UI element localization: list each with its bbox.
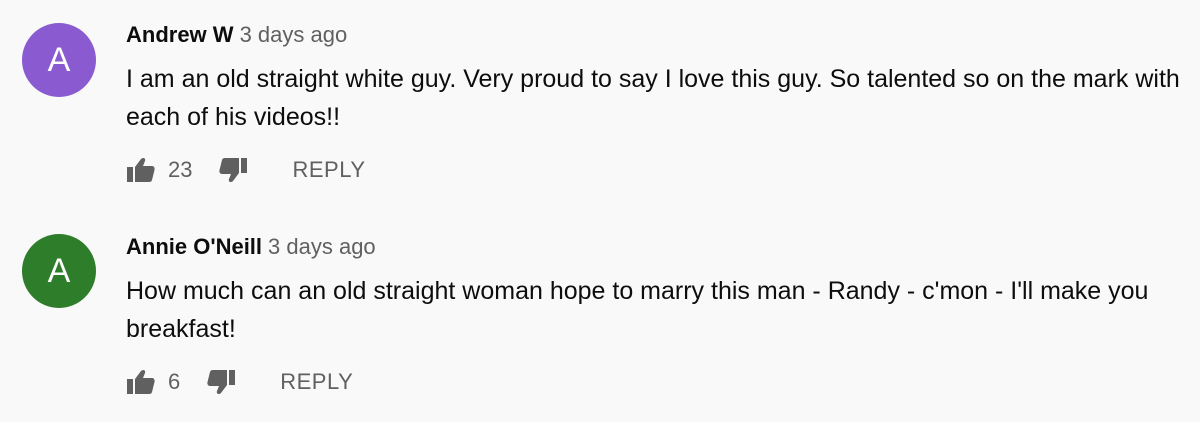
avatar[interactable]: A [22,234,96,308]
comment-timestamp[interactable]: 3 days ago [268,234,376,259]
like-count: 6 [168,369,181,394]
comment-actions: 23 REPLY [126,152,366,188]
avatar[interactable]: A [22,23,96,97]
thumbs-up-icon [127,157,155,182]
thumbs-up-icon [127,369,155,394]
reply-button[interactable]: REPLY [292,157,365,183]
avatar-letter: A [47,252,71,290]
comment-header: Andrew W3 days ago [126,22,347,48]
thumbs-down-icon [207,370,236,395]
comments-section: A Andrew W3 days ago I am an old straigh… [0,0,1200,422]
dislike-button[interactable] [206,367,236,397]
comment-timestamp[interactable]: 3 days ago [240,22,348,47]
thumbs-down-icon [219,158,248,183]
comment-text: I am an old straight white guy. Very pro… [126,65,1180,131]
avatar-letter: A [47,41,71,79]
comment-text: How much can an old straight woman hope … [126,277,1149,343]
like-button[interactable] [126,367,156,397]
author-name[interactable]: Annie O'Neill [126,234,262,259]
like-button[interactable] [126,155,156,185]
author-name[interactable]: Andrew W [126,22,234,47]
comment-actions: 6 REPLY [126,364,353,400]
comment-header: Annie O'Neill 3 days ago [126,234,376,260]
dislike-button[interactable] [218,155,248,185]
like-count: 23 [168,157,193,182]
reply-button[interactable]: REPLY [280,369,353,395]
